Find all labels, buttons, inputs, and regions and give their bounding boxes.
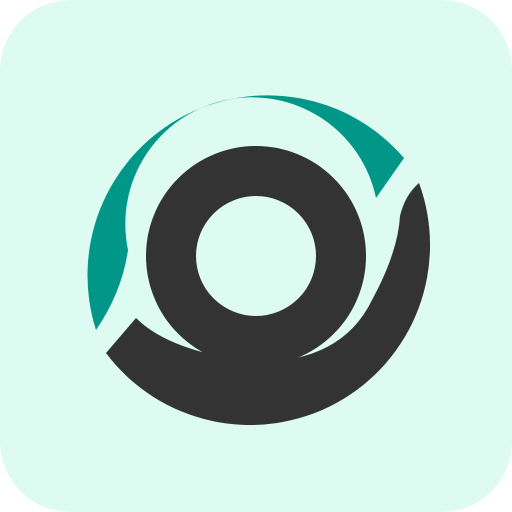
icon-background xyxy=(0,0,512,512)
app-logo-icon xyxy=(0,0,512,512)
app-icon xyxy=(0,0,512,512)
